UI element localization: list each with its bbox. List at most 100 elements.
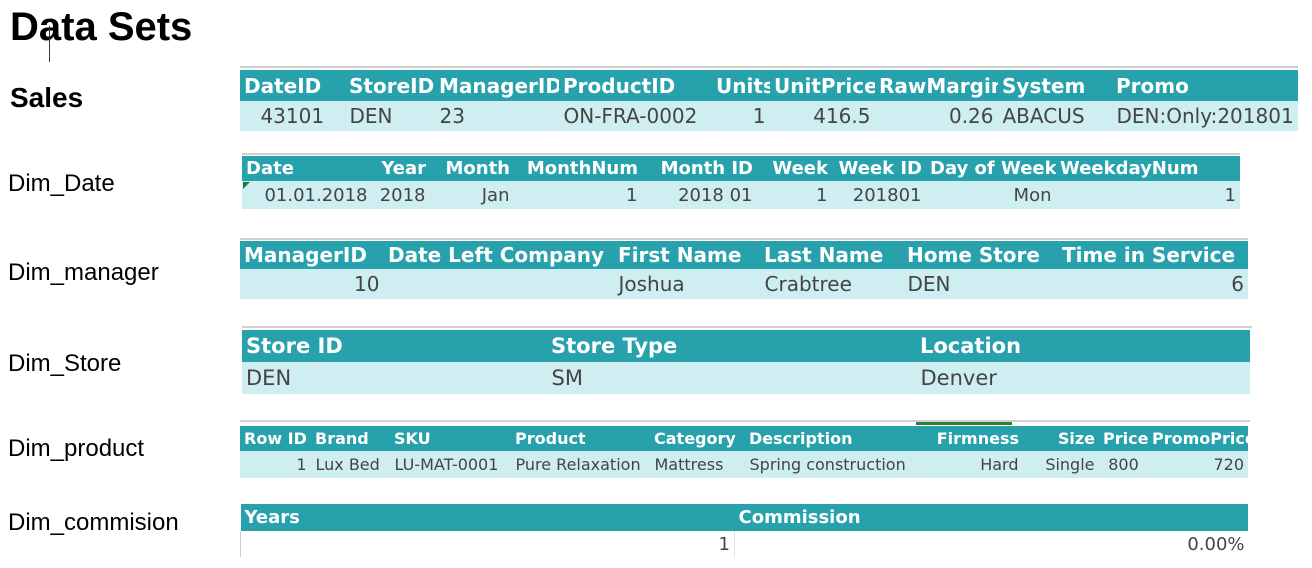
dim-commision-table: Years Commission 1 0.00% bbox=[240, 504, 1249, 557]
table-cell[interactable]: 1 bbox=[240, 451, 312, 478]
column-header[interactable]: PromoPrice bbox=[1148, 426, 1248, 451]
table-cell[interactable]: ON-FRA-0002 bbox=[559, 101, 713, 131]
table-cell[interactable]: DEN bbox=[345, 101, 436, 131]
table-cell[interactable]: 43101 bbox=[240, 101, 346, 131]
table-cell[interactable]: Mattress bbox=[650, 451, 746, 478]
column-header[interactable]: Brand bbox=[311, 426, 390, 451]
column-header[interactable]: Firmness bbox=[926, 426, 1023, 451]
column-header[interactable]: Time in Service bbox=[1058, 241, 1248, 269]
column-header[interactable]: SKU bbox=[390, 426, 511, 451]
table-cell[interactable]: 800 bbox=[1099, 451, 1149, 478]
table-cell[interactable]: 23 bbox=[435, 101, 560, 131]
table-cell[interactable]: SM bbox=[547, 362, 917, 394]
sales-header-row: DateID StoreID ManagerID ProductID Units… bbox=[240, 70, 1298, 101]
table-cell[interactable]: Denver bbox=[916, 362, 1250, 394]
column-header[interactable]: StoreID bbox=[345, 70, 435, 101]
table-cell[interactable]: 1 bbox=[712, 101, 771, 131]
column-header[interactable]: Week ID bbox=[832, 156, 926, 181]
page-title: Data Sets bbox=[10, 5, 193, 49]
table-cell[interactable]: LU-MAT-0001 bbox=[390, 451, 512, 478]
dim-commision-header-row: Years Commission bbox=[240, 504, 1249, 531]
dim-manager-table: ManagerID Date Left Company First Name L… bbox=[240, 241, 1248, 299]
column-header[interactable]: First Name bbox=[614, 241, 760, 269]
column-header[interactable]: Store ID bbox=[242, 330, 547, 362]
table-cell[interactable]: 1 bbox=[1056, 181, 1240, 209]
table-cell[interactable]: 2018 01 bbox=[642, 181, 758, 209]
table-cell[interactable]: Single bbox=[1023, 451, 1100, 478]
column-header[interactable]: Promo bbox=[1112, 70, 1298, 101]
table-cell[interactable]: DEN:Only:201801 bbox=[1112, 101, 1298, 131]
column-header[interactable]: Week bbox=[757, 156, 832, 181]
column-header[interactable]: DateID bbox=[240, 70, 345, 101]
column-header[interactable]: Month bbox=[430, 156, 514, 181]
column-header[interactable]: MonthNum bbox=[514, 156, 642, 181]
table-row: 43101 DEN 23 ON-FRA-0002 1 416.5 0.26 AB… bbox=[240, 101, 1298, 131]
column-header[interactable]: Location bbox=[916, 330, 1250, 362]
column-header[interactable]: Last Name bbox=[760, 241, 903, 269]
column-header[interactable]: RawMargin bbox=[875, 70, 998, 101]
table-cell[interactable]: Jan bbox=[430, 181, 515, 209]
section-label-dim-store: Dim_Store bbox=[8, 350, 122, 377]
section-label-dim-commision: Dim_commision bbox=[8, 509, 179, 536]
dim-date-table: Date Year Month MonthNum Month ID Week W… bbox=[242, 156, 1240, 209]
table-row: 01.01.2018 2018 Jan 1 2018 01 1 201801 M… bbox=[242, 181, 1240, 209]
table-cell[interactable]: Mon bbox=[926, 181, 1057, 209]
column-header[interactable]: Product bbox=[511, 426, 650, 451]
table-cell[interactable]: 01.01.2018 bbox=[242, 181, 373, 209]
dim-store-header-row: Store ID Store Type Location bbox=[242, 330, 1250, 362]
table-cell[interactable]: ABACUS bbox=[998, 101, 1113, 131]
table-cell[interactable]: DEN bbox=[903, 269, 1059, 299]
column-header[interactable]: WeekdayNum bbox=[1056, 156, 1240, 181]
column-header[interactable]: Home Store bbox=[903, 241, 1058, 269]
column-header[interactable]: Years bbox=[240, 504, 735, 531]
text-cursor bbox=[49, 26, 50, 62]
column-header[interactable]: Price bbox=[1099, 426, 1148, 451]
column-header[interactable]: Date Left Company bbox=[384, 241, 614, 269]
column-header[interactable]: ManagerID bbox=[240, 241, 384, 269]
dim-product-header-row: Row ID Brand SKU Product Category Descri… bbox=[240, 426, 1248, 451]
table-row: 1 Lux Bed LU-MAT-0001 Pure Relaxation Ma… bbox=[240, 451, 1248, 478]
table-row: 1 0.00% bbox=[240, 531, 1249, 557]
column-header[interactable]: Units bbox=[712, 70, 770, 101]
table-cell[interactable]: 1 bbox=[240, 531, 735, 557]
selection-indicator bbox=[916, 422, 1012, 425]
table-cell[interactable]: 720 bbox=[1148, 451, 1248, 478]
table-cell[interactable] bbox=[384, 269, 615, 299]
table-cell[interactable]: 201801 bbox=[832, 181, 927, 209]
table-cell[interactable]: 1 bbox=[757, 181, 833, 209]
column-header[interactable]: UnitPrice bbox=[770, 70, 875, 101]
table-row: DEN SM Denver bbox=[242, 362, 1250, 394]
column-header[interactable]: ManagerID bbox=[435, 70, 559, 101]
column-header[interactable]: Commission bbox=[734, 504, 1249, 531]
table-cell[interactable]: Joshua bbox=[614, 269, 761, 299]
column-header[interactable]: Year bbox=[372, 156, 430, 181]
table-cell[interactable]: 2018 bbox=[372, 181, 431, 209]
table-cell[interactable]: 416.5 bbox=[770, 101, 876, 131]
table-cell[interactable]: 10 bbox=[240, 269, 385, 299]
table-cell[interactable]: 1 bbox=[514, 181, 643, 209]
sales-table: DateID StoreID ManagerID ProductID Units… bbox=[240, 70, 1298, 131]
column-header[interactable]: Row ID bbox=[240, 426, 311, 451]
column-header[interactable]: System bbox=[998, 70, 1112, 101]
table-cell[interactable]: 0.00% bbox=[734, 531, 1249, 557]
table-cell[interactable]: Crabtree bbox=[760, 269, 904, 299]
column-header[interactable]: Description bbox=[745, 426, 926, 451]
column-header[interactable]: Day of Week bbox=[926, 156, 1056, 181]
column-header[interactable]: Store Type bbox=[547, 330, 916, 362]
column-header[interactable]: Size bbox=[1023, 426, 1099, 451]
column-header[interactable]: Month ID bbox=[642, 156, 757, 181]
dim-product-table: Row ID Brand SKU Product Category Descri… bbox=[240, 426, 1248, 478]
table-cell[interactable]: 0.26 bbox=[875, 101, 999, 131]
table-cell[interactable]: Hard bbox=[926, 451, 1024, 478]
table-cell[interactable]: DEN bbox=[242, 362, 548, 394]
table-row: 10 Joshua Crabtree DEN 6 bbox=[240, 269, 1248, 299]
column-header[interactable]: ProductID bbox=[559, 70, 712, 101]
table-cell[interactable]: Pure Relaxation bbox=[511, 451, 651, 478]
dim-manager-header-row: ManagerID Date Left Company First Name L… bbox=[240, 241, 1248, 269]
section-label-dim-date: Dim_Date bbox=[8, 170, 115, 197]
table-cell[interactable]: Spring construction bbox=[745, 451, 927, 478]
table-cell[interactable]: Lux Bed bbox=[311, 451, 391, 478]
table-cell[interactable]: 6 bbox=[1058, 269, 1248, 299]
column-header[interactable]: Date bbox=[242, 156, 372, 181]
column-header[interactable]: Category bbox=[650, 426, 745, 451]
